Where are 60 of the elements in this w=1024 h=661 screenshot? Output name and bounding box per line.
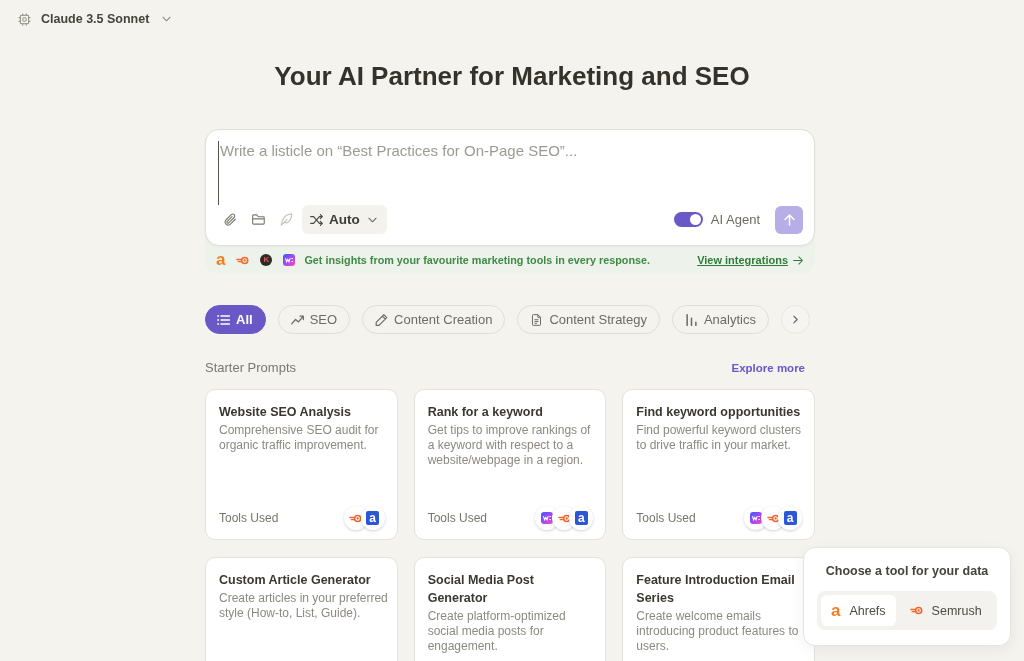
right-arrow-icon [793, 255, 803, 265]
card-title: Custom Article Generator [219, 572, 372, 589]
card-title: Find keyword opportunities [636, 404, 802, 421]
letter-disc-icon: K [260, 254, 273, 266]
integrations-note: Get insights from your favourite marketing tools in every response. [304, 254, 651, 266]
gradient-tile-icon [283, 254, 296, 266]
letter-logo-icon: a [216, 253, 226, 267]
pencil-icon [375, 313, 389, 326]
prompt-card[interactable]: Rank for a keyword Get tips to improve rankings of a keyword with respect to a website/webpage in a region. Tools Used a [413, 389, 607, 540]
folder-icon [251, 213, 265, 226]
swirl-icon [909, 606, 923, 615]
up-arrow-icon [783, 213, 795, 226]
card-title: Website SEO Analysis [219, 404, 352, 421]
card-description: Comprehensive SEO audit for organic traffic improvement. [219, 423, 380, 453]
prompt-box[interactable]: Write a listicle on “Best Practices for On-Page SEO”... Auto AI Agent [205, 129, 815, 246]
bar-chart-icon [684, 313, 698, 326]
section-title: Starter Prompts [205, 360, 297, 376]
chevron-right-icon [792, 315, 798, 324]
letter-logo-icon: a [831, 603, 841, 618]
card-description: Find powerful keyword clusters to drive traffic in your market. [636, 423, 803, 453]
letter-tile-icon: a [360, 506, 385, 530]
model-selector[interactable]: Claude 3.5 Sonnet [18, 12, 172, 26]
shuffle-icon [310, 213, 323, 226]
chip-icon [18, 12, 31, 26]
card-description: Create welcome emails introducing product features to users. [636, 609, 800, 654]
prompt-field[interactable]: Write a listicle on “Best Practices for On-Page SEO”... [218, 141, 803, 205]
document-icon [530, 313, 544, 326]
card-title: Social Media Post Generator [427, 572, 535, 607]
card-description: Create platform-optimized social media posts for engagement. [427, 609, 567, 654]
trend-icon [290, 313, 304, 326]
paperclip-icon [223, 213, 237, 226]
list-icon [217, 313, 230, 326]
tool-option[interactable]: a Ahrefs [821, 595, 896, 626]
card-title: Feature Introduction Email Series [636, 572, 796, 607]
card-title: Rank for a keyword [427, 404, 544, 421]
explore-more-link[interactable]: Explore more [731, 362, 805, 374]
caret-icon [162, 16, 172, 22]
letter-tile-icon: a [778, 506, 802, 530]
tool-option[interactable]: Semrush [899, 595, 992, 626]
popover-title: Choose a tool for your data [824, 563, 990, 579]
agent-toggle[interactable] [673, 212, 703, 227]
page-title: Your AI Partner for Marketing and SEO [273, 60, 751, 92]
card-description: Create articles in your preferred style (How-to, List, Guide). [219, 591, 389, 621]
caret-icon [367, 216, 377, 223]
view-integrations-link[interactable]: View integrations [697, 254, 803, 266]
feather-icon [279, 213, 293, 226]
prompt-card[interactable]: Custom Article Generator Create articles in your preferred style (How-to, List, Guide). [205, 557, 398, 661]
swirl-icon [236, 255, 250, 265]
tools-label: Tools Used [427, 511, 488, 525]
tools-label: Tools Used [636, 511, 696, 525]
prompt-card[interactable]: Find keyword opportunities Find powerful keyword clusters to drive traffic in your market. Tools Used a [622, 389, 815, 540]
prompt-card[interactable]: Website SEO Analysis Comprehensive SEO audit for organic traffic improvement. Tools Used a [205, 389, 398, 540]
agent-label: AI Agent [710, 212, 760, 227]
tools-label: Tools Used [219, 511, 279, 525]
prompt-card[interactable]: Feature Introduction Email Series Create welcome emails introducing product features to users. [622, 557, 815, 661]
prompt-card[interactable]: Social Media Post Generator Create platform-optimized social media posts for engagement. [413, 557, 607, 661]
card-description: Get tips to improve rankings of a keyword with respect to a website/webpage in a region. [427, 423, 592, 468]
filter-chip[interactable]: All [205, 305, 266, 334]
mode-button[interactable]: Auto [302, 205, 387, 234]
letter-tile-icon: a [569, 506, 594, 530]
